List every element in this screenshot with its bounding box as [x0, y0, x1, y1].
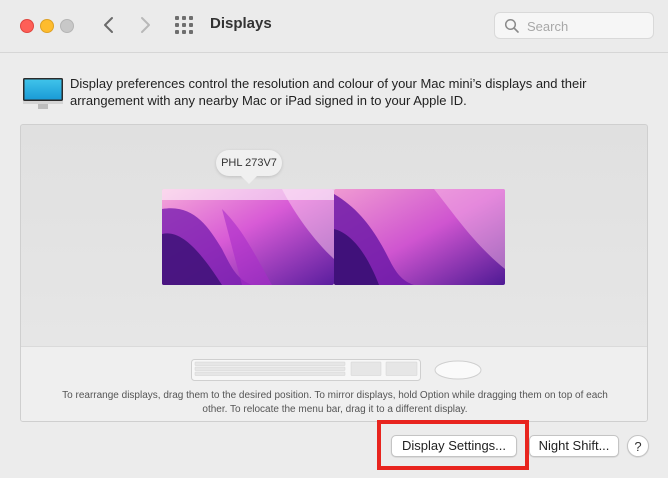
show-all-button[interactable] [175, 16, 195, 36]
displays-window: Displays Display preferences control the… [0, 0, 668, 478]
night-shift-button[interactable]: Night Shift... [529, 435, 619, 457]
search-input[interactable] [525, 15, 649, 37]
minimize-button[interactable] [40, 19, 54, 33]
info-description: Display preferences control the resoluti… [70, 76, 587, 108]
wallpaper-image [334, 189, 505, 285]
zoom-button[interactable] [60, 19, 74, 33]
display-thumbnail-secondary[interactable] [334, 189, 505, 285]
arrangement-panel: PHL 273V7 To rearrange displays, drag th… [20, 124, 648, 422]
display-settings-button[interactable]: Display Settings... [391, 435, 517, 457]
forward-button[interactable] [134, 14, 156, 36]
wallpaper-image [162, 189, 334, 285]
help-button[interactable]: ? [627, 435, 649, 457]
close-button[interactable] [20, 19, 34, 33]
menu-bar-indicator[interactable] [162, 189, 334, 200]
mouse-icon [434, 360, 482, 380]
display-thumbnail-main[interactable] [162, 189, 334, 285]
display-name-tooltip: PHL 273V7 [216, 150, 282, 184]
search-field[interactable] [494, 12, 654, 39]
display-icon [23, 78, 63, 109]
window-title: Displays [210, 15, 272, 32]
chevron-right-icon [141, 17, 150, 33]
arrangement-hint: To rearrange displays, drag them to the … [62, 390, 608, 415]
back-button[interactable] [98, 14, 120, 36]
chevron-left-icon [104, 17, 113, 33]
search-icon [504, 18, 519, 33]
title-bar: Displays [0, 0, 668, 53]
keyboard-icon [191, 359, 421, 381]
